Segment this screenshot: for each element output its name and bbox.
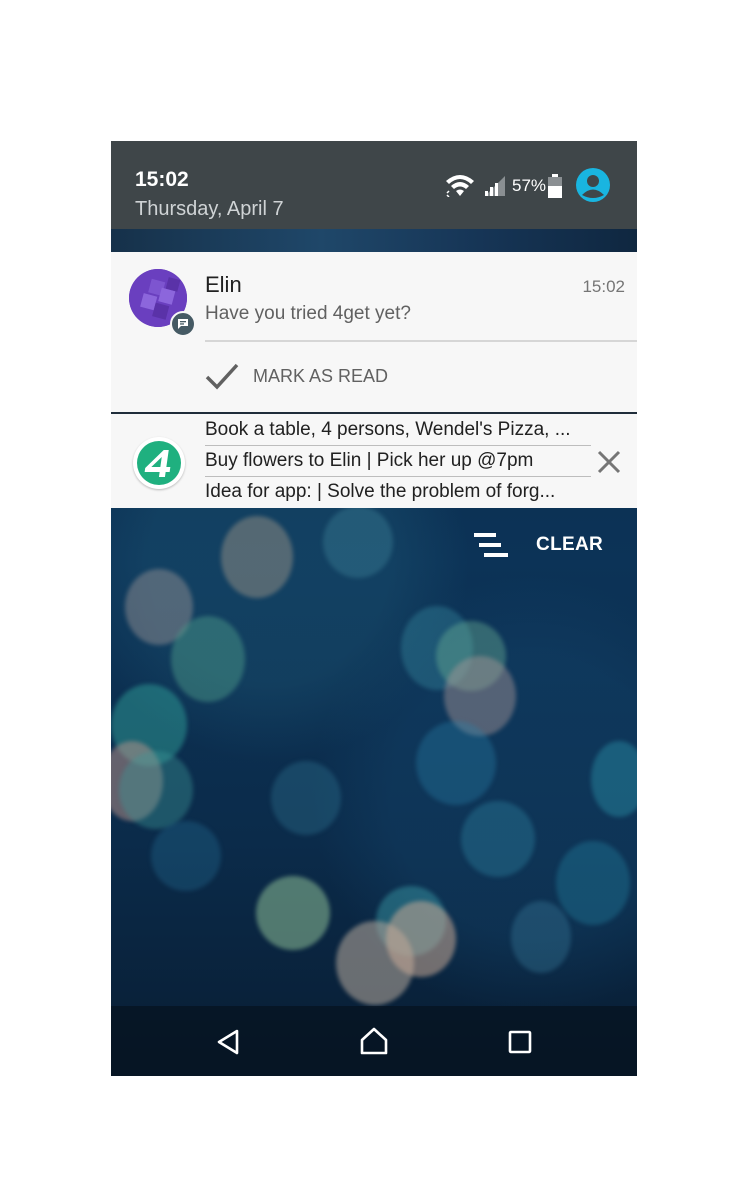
close-icon[interactable] [596,449,622,475]
check-icon [205,363,239,390]
navigation-bar [111,1006,637,1076]
status-date: Thursday, April 7 [135,198,284,220]
notification-4get[interactable]: Book a table, 4 persons, Wendel's Pizza,… [111,414,637,508]
clear-all-row: CLEAR [474,530,603,560]
note-item: Buy flowers to Elin | Pick her up @7pm [205,450,534,471]
sender-name: Elin [205,272,242,297]
recents-icon[interactable] [508,1030,532,1054]
divider [205,445,591,446]
clear-all-button[interactable]: CLEAR [536,534,603,556]
battery-icon [548,174,562,198]
clear-all-icon[interactable] [474,532,510,558]
status-bar[interactable]: 15:02 Thursday, April 7 57% [111,141,637,229]
phone-screen: 15:02 Thursday, April 7 57% Elin 15:02 H… [111,141,637,1076]
wallpaper-strip [111,229,637,252]
divider [205,340,637,342]
status-time: 15:02 [135,168,189,191]
divider [205,476,591,477]
mark-as-read-button[interactable]: MARK AS READ [205,360,388,392]
notification-time: 15:02 [582,277,625,296]
4get-logo-icon [133,437,185,489]
cell-signal-icon [485,176,505,196]
back-icon[interactable] [215,1028,241,1056]
note-item: Idea for app: | Solve the problem of for… [205,481,556,502]
message-preview: Have you tried 4get yet? [205,303,411,324]
note-item: Book a table, 4 persons, Wendel's Pizza,… [205,419,571,440]
message-icon [170,311,196,337]
notification-message[interactable]: Elin 15:02 Have you tried 4get yet? MARK… [111,252,637,412]
wifi-icon [446,175,474,197]
mark-as-read-label: MARK AS READ [253,365,389,386]
battery-percent: 57% [512,176,547,195]
home-icon[interactable] [359,1026,389,1056]
account-icon[interactable] [576,168,610,202]
